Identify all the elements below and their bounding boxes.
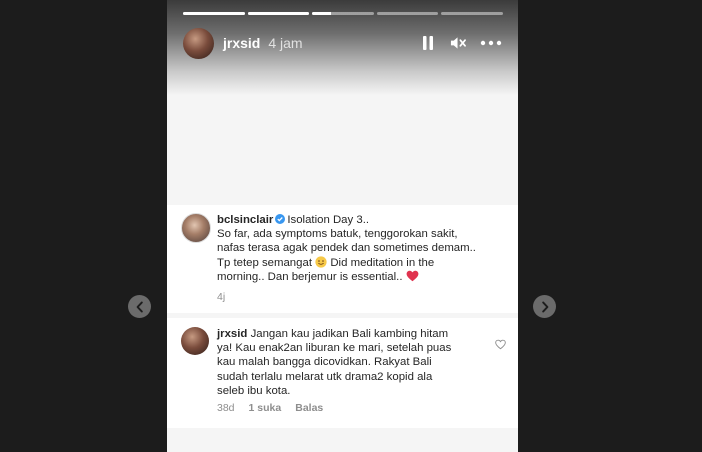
comment-age: 38d (217, 402, 235, 414)
smiling-face-emoji-icon (315, 256, 327, 268)
caption-age: 4j (217, 291, 226, 303)
story-header: jrxsid 4 jam (183, 27, 502, 59)
previous-story-button[interactable] (128, 295, 151, 318)
caption-line-1: Isolation Day 3.. (287, 214, 370, 226)
comment-meta: 38d 1 suka Balas (217, 402, 323, 414)
caption-line-4a: Tp tetep semangat (217, 256, 312, 269)
avatar[interactable] (183, 27, 214, 59)
progress-segment (376, 12, 439, 15)
chevron-right-icon (541, 301, 548, 312)
comment-card: jrxsid Jangan kau jadikan Bali kambing h… (167, 318, 518, 428)
comment-line-2: ya! Kau enak2an liburan ke mari, setelah… (217, 342, 452, 355)
red-heart-emoji-icon (406, 270, 419, 282)
comment-username[interactable]: jrxsid (217, 328, 247, 340)
story-progress-bar (183, 12, 503, 15)
muted-speaker-icon[interactable] (450, 34, 466, 52)
next-story-button[interactable] (533, 295, 556, 318)
comment-line-5: seleb ibu kota. (217, 384, 291, 397)
verified-badge-icon (275, 214, 286, 224)
avatar[interactable] (181, 327, 209, 355)
caption-line-3: nafas terasa agak pendek dan sometimes d… (217, 242, 476, 255)
story-viewer: jrxsid 4 jam bclsinclair Isolation Day 3.… (167, 0, 518, 452)
pause-icon[interactable] (420, 34, 436, 52)
comment-text: jrxsid Jangan kau jadikan Bali kambing h… (217, 327, 487, 398)
more-horizontal-icon[interactable] (480, 34, 502, 52)
caption-username[interactable]: bclsinclair (217, 214, 273, 226)
progress-segment (183, 12, 245, 15)
story-timestamp: 4 jam (268, 35, 303, 51)
progress-segment (312, 12, 374, 15)
comment-likes[interactable]: 1 suka (249, 402, 282, 414)
story-username[interactable]: jrxsid (223, 35, 260, 51)
progress-segment (441, 12, 503, 15)
caption-line-4b: Did meditation in the (330, 256, 435, 269)
post-caption-card: bclsinclair Isolation Day 3.. So far, ada… (167, 205, 518, 313)
comment-line-4: sudah terlalu melarat utk drama2 kopid a… (217, 370, 433, 383)
progress-segment (247, 12, 310, 15)
caption-line-2: So far, ada symptoms batuk, tenggorokan … (217, 228, 458, 241)
reply-button[interactable]: Balas (295, 402, 323, 414)
avatar[interactable] (181, 213, 211, 243)
caption-line-5: morning.. Dan berjemur is essential.. (217, 270, 403, 283)
caption-meta: 4j (217, 291, 225, 303)
comment-line-1: Jangan kau jadikan Bali kambing hitam (250, 328, 449, 340)
caption-text: bclsinclair Isolation Day 3.. So far, ada… (217, 213, 502, 284)
chevron-left-icon (136, 301, 143, 312)
heart-outline-icon[interactable] (495, 339, 506, 350)
comment-line-3: kau malah bangga dicovidkan. Rakyat Bali (217, 356, 432, 369)
story-controls (420, 34, 502, 52)
